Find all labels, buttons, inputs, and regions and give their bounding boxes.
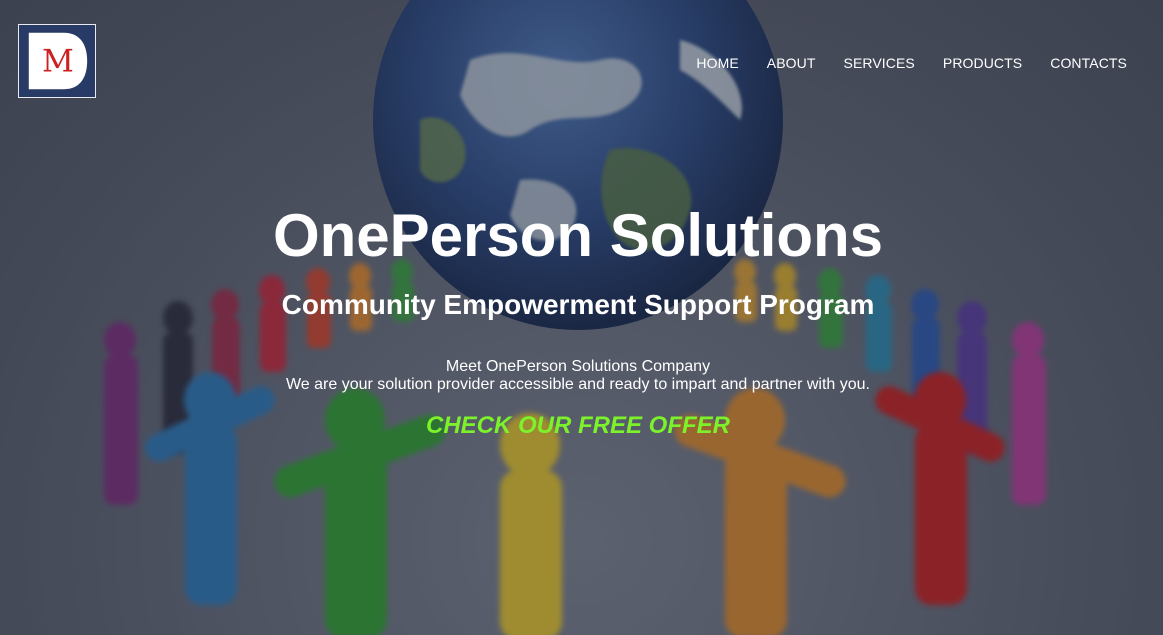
- nav-contacts[interactable]: CONTACTS: [1050, 55, 1127, 71]
- hero-description-line-1: Meet OnePerson Solutions Company: [445, 358, 711, 375]
- nav-products[interactable]: PRODUCTS: [943, 55, 1022, 71]
- hero-subtitle: Community Empowerment Support Program: [281, 289, 875, 320]
- logo-icon: M: [19, 25, 95, 97]
- main-nav: HOME ABOUT SERVICES PRODUCTS CONTACTS: [668, 55, 1127, 71]
- hero-section: M HOME ABOUT SERVICES PRODUCTS CONTACTS …: [0, 0, 1163, 635]
- nav-services[interactable]: SERVICES: [844, 55, 915, 71]
- free-offer-link[interactable]: CHECK OUR FREE OFFER: [426, 412, 730, 439]
- nav-about[interactable]: ABOUT: [767, 55, 816, 71]
- cta-container: CHECK OUR FREE OFFER: [0, 411, 1156, 441]
- company-logo[interactable]: M: [18, 24, 96, 98]
- hero-description-line-2: We are your solution provider accessible…: [285, 376, 870, 393]
- hero-description: Meet OnePerson Solutions Company We are …: [0, 358, 1156, 394]
- hero-title: OnePerson Solutions: [272, 202, 884, 269]
- nav-home[interactable]: HOME: [696, 55, 738, 71]
- svg-text:M: M: [42, 44, 74, 80]
